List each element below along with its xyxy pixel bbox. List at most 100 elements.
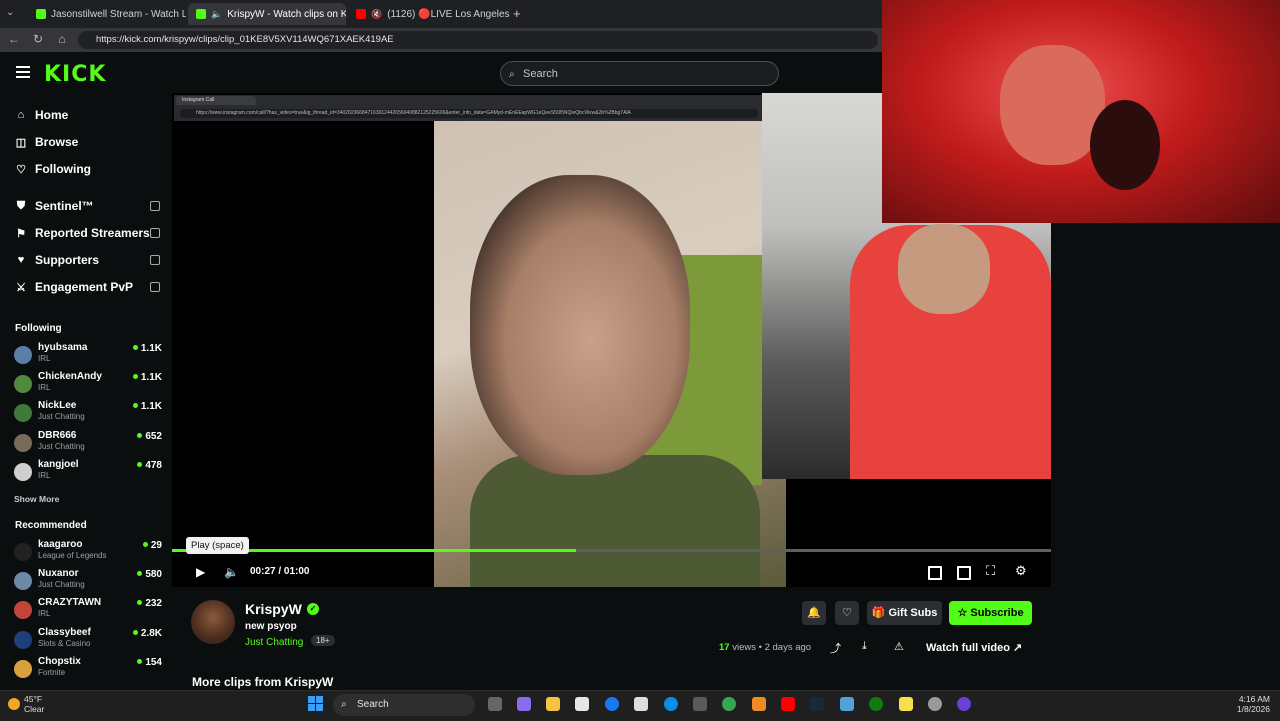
- miniplayer-icon[interactable]: [928, 566, 942, 580]
- amazon-icon[interactable]: [634, 697, 648, 711]
- following-channel-dbr666[interactable]: DBR666 Just Chatting 652: [14, 430, 164, 458]
- subscribe-label: Subscribe: [970, 607, 1024, 619]
- follow-heart-button[interactable]: ♡: [835, 601, 859, 625]
- gift-subs-button[interactable]: 🎁 Gift Subs: [867, 601, 942, 625]
- system-clock[interactable]: 4:16 AM 1/8/2026: [1218, 694, 1270, 714]
- volume-icon[interactable]: 🔈: [224, 565, 239, 579]
- channel-avatar[interactable]: [191, 600, 235, 644]
- kick-favicon-icon: [36, 9, 46, 19]
- sidebar-item-engagement-pvp[interactable]: ⚔ Engagement PvP: [15, 280, 133, 294]
- kick-logo[interactable]: KICK: [44, 62, 106, 87]
- subscribe-button[interactable]: ☆ Subscribe: [949, 601, 1032, 625]
- channel-category: Just Chatting: [38, 580, 85, 589]
- vlc-icon[interactable]: [752, 697, 766, 711]
- clip-age: 2 days ago: [764, 642, 812, 653]
- new-tab-icon[interactable]: +: [513, 6, 521, 21]
- clock-time: 4:16 AM: [1238, 694, 1270, 704]
- download-icon[interactable]: ⤓: [862, 640, 867, 653]
- weather-widget[interactable]: 45°F Clear: [8, 694, 44, 714]
- gift-subs-label: Gift Subs: [888, 607, 938, 619]
- channel-name: CRAZYTAWN: [38, 597, 102, 608]
- recommended-channel-classybeef[interactable]: Classybeef Slots & Casino 2.8K: [14, 627, 164, 655]
- external-link-icon[interactable]: [150, 201, 160, 211]
- channel-name: Nuxanor: [38, 568, 79, 579]
- external-link-icon[interactable]: [150, 255, 160, 265]
- watch-full-video-link[interactable]: Watch full video ↗: [926, 641, 1022, 654]
- external-link-icon[interactable]: [150, 228, 160, 238]
- recommended-channel-kaagaroo[interactable]: kaagaroo League of Legends 29: [14, 539, 164, 567]
- tab-title: (1126) 🔴LIVE Los Angeles PD...: [387, 8, 512, 20]
- edge-icon[interactable]: [664, 697, 678, 711]
- theater-mode-icon[interactable]: [957, 566, 971, 580]
- category-link[interactable]: Just Chatting: [245, 637, 303, 648]
- recommended-channel-chopstix[interactable]: Chopstix Fortnite 154: [14, 656, 164, 684]
- sidebar-item-label: Home: [35, 108, 69, 122]
- sidebar-item-following[interactable]: ♡ Following: [15, 162, 91, 176]
- channel-category: Just Chatting: [38, 442, 85, 451]
- external-link-icon[interactable]: [150, 282, 160, 292]
- sidebar-item-browse[interactable]: ◫ Browse: [15, 135, 79, 149]
- shield-icon: ⛊: [16, 199, 26, 212]
- following-channel-nicklee[interactable]: NickLee Just Chatting 1.1K: [14, 400, 164, 428]
- channel-category: League of Legends: [38, 551, 107, 560]
- notification-bell-button[interactable]: 🔔: [802, 601, 826, 625]
- viewer-count: 652: [137, 431, 162, 442]
- share-icon[interactable]: ⤴: [830, 640, 841, 656]
- start-button[interactable]: [308, 696, 324, 712]
- search-input[interactable]: ⌕ Search: [500, 61, 779, 86]
- sidebar-item-reported-streamers[interactable]: ⚑ Reported Streamers: [15, 226, 150, 240]
- tab-krispyw-clips[interactable]: 🔈 KrispyW - Watch clips on Kick ✕: [188, 3, 346, 25]
- clip-title: new psyop: [245, 621, 297, 632]
- tab-jasonstilwell[interactable]: Jasonstilwell Stream - Watch Li... ✕: [28, 3, 186, 25]
- task-view-icon[interactable]: [488, 697, 502, 711]
- app-icon[interactable]: [840, 697, 854, 711]
- address-bar[interactable]: https://kick.com/krispyw/clips/clip_01KE…: [78, 31, 878, 49]
- xbox-icon[interactable]: [869, 697, 883, 711]
- settings-icon[interactable]: [928, 697, 942, 711]
- settings-icon[interactable]: ⚙: [1015, 563, 1027, 579]
- channel-category: IRL: [38, 609, 51, 618]
- calculator-icon[interactable]: [693, 697, 707, 711]
- recommended-channel-crazytawn[interactable]: CRAZYTAWN IRL 232: [14, 597, 164, 625]
- microsoft-store-icon[interactable]: [575, 697, 589, 711]
- file-explorer-icon[interactable]: [546, 697, 560, 711]
- facebook-icon[interactable]: [605, 697, 619, 711]
- tab-list-icon[interactable]: ⌄: [6, 7, 14, 18]
- home-icon[interactable]: ⌂: [54, 32, 70, 46]
- playback-time: 00:27 / 01:00: [250, 566, 310, 577]
- following-channel-chickenandy[interactable]: ChickenAndy IRL 1.1K: [14, 371, 164, 399]
- play-button[interactable]: ▶: [196, 565, 205, 579]
- copilot-icon[interactable]: [517, 697, 531, 711]
- report-icon[interactable]: ⚠: [894, 640, 904, 653]
- tab-live-lapd[interactable]: 🔇 (1126) 🔴LIVE Los Angeles PD... ✕: [348, 3, 512, 25]
- fullscreen-icon[interactable]: ⛶: [986, 563, 995, 579]
- play-tooltip: Play (space): [186, 537, 249, 554]
- steam-icon[interactable]: [810, 697, 824, 711]
- viewer-count: 478: [137, 460, 162, 471]
- chrome-icon[interactable]: [722, 697, 736, 711]
- sidebar-item-sentinel[interactable]: ⛊ Sentinel™: [15, 199, 94, 213]
- youtube-icon[interactable]: [781, 697, 795, 711]
- obs-icon[interactable]: [957, 697, 971, 711]
- clock-date: 1/8/2026: [1236, 704, 1270, 714]
- avatar: [14, 434, 32, 452]
- show-more-link[interactable]: Show More: [14, 494, 59, 504]
- back-icon[interactable]: ←: [6, 32, 22, 46]
- recommended-heading: Recommended: [15, 520, 87, 531]
- channel-name[interactable]: KrispyW: [245, 601, 302, 617]
- weather-icon: [8, 698, 20, 710]
- second-camera-person-head: [898, 224, 990, 314]
- reload-icon[interactable]: ↻: [30, 32, 46, 46]
- avatar: [14, 463, 32, 481]
- search-icon: ⌕: [341, 699, 347, 710]
- taskbar-search[interactable]: ⌕ Search: [333, 694, 475, 716]
- channel-name: Classybeef: [38, 627, 91, 638]
- hamburger-menu-icon[interactable]: [16, 66, 30, 81]
- following-channel-kangjoel[interactable]: kangjoel IRL 478: [14, 459, 164, 487]
- sidebar-item-home[interactable]: ⌂ Home: [15, 108, 69, 122]
- recommended-channel-nuxanor[interactable]: Nuxanor Just Chatting 580: [14, 568, 164, 596]
- sidebar-item-supporters[interactable]: ♥ Supporters: [15, 253, 99, 267]
- sticky-notes-icon[interactable]: [899, 697, 913, 711]
- avatar: [14, 601, 32, 619]
- following-channel-hyubsama[interactable]: hyubsama IRL 1.1K: [14, 342, 164, 370]
